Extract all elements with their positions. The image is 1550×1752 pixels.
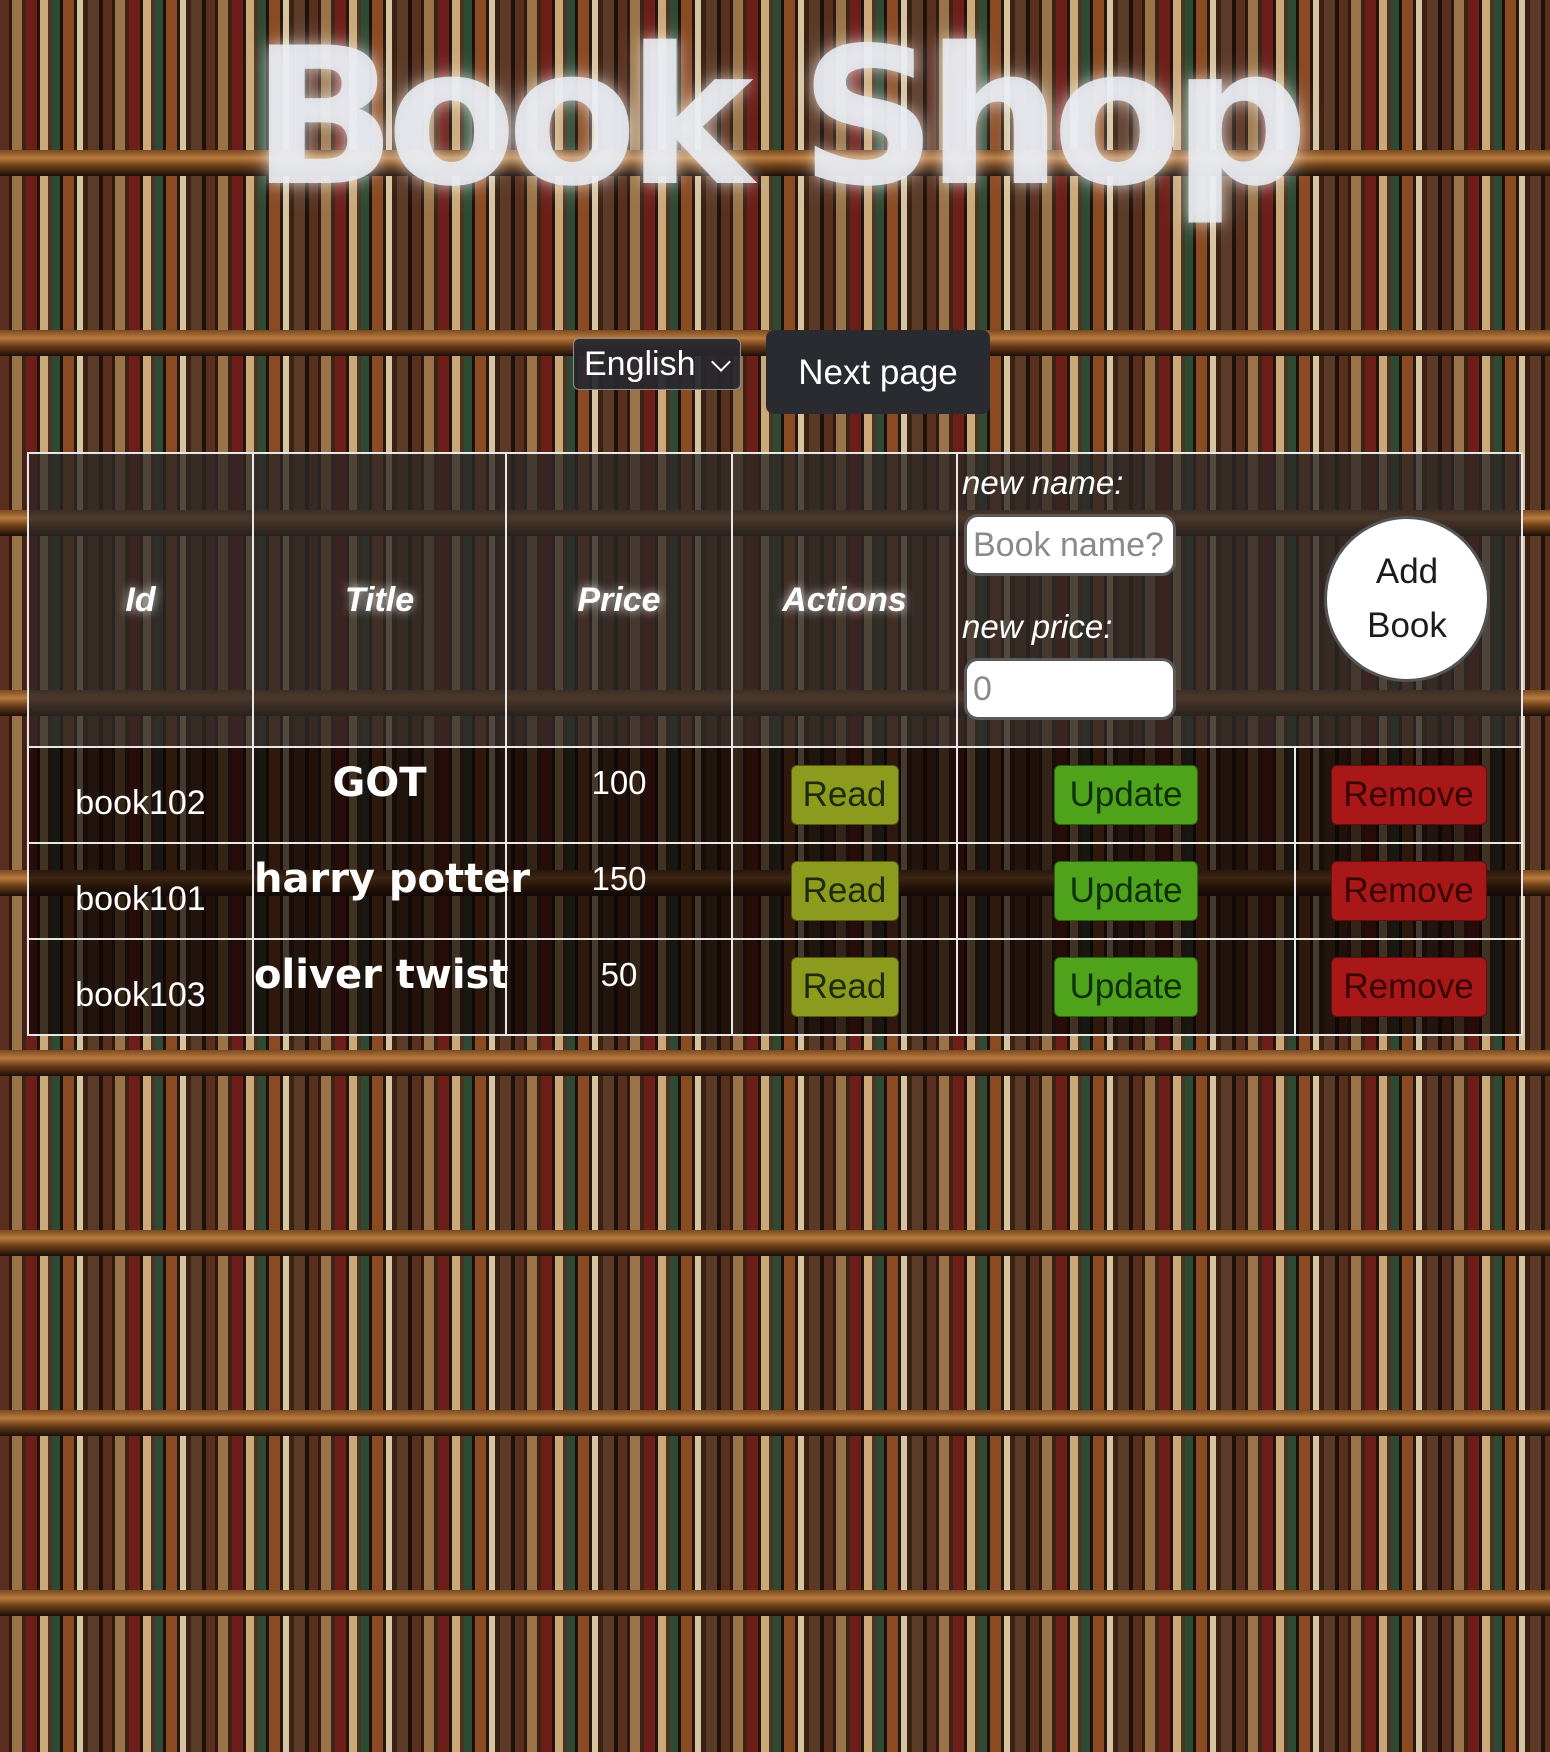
book-id-cell: book101 — [27, 842, 254, 940]
book-price-cell: 50 — [505, 938, 733, 1036]
read-button[interactable]: Read — [790, 861, 899, 921]
read-button[interactable]: Read — [790, 765, 899, 825]
update-cell: Update — [956, 842, 1296, 940]
column-header-price: Price — [505, 452, 733, 748]
update-cell: Update — [956, 938, 1296, 1036]
book-title-cell: harry potter — [252, 842, 530, 940]
read-cell: Read — [731, 746, 958, 844]
update-button[interactable]: Update — [1054, 957, 1198, 1017]
read-cell: Read — [731, 938, 958, 1036]
remove-button[interactable]: Remove — [1330, 765, 1487, 825]
add-book-button[interactable]: Add Book — [1324, 516, 1490, 682]
column-header-title: Title — [252, 452, 507, 748]
chevron-down-icon — [711, 352, 731, 372]
controls-bar: English Next page — [573, 328, 993, 414]
update-cell: Update — [956, 746, 1296, 844]
book-title-cell: GOT — [252, 746, 507, 844]
remove-cell: Remove — [1294, 938, 1523, 1036]
add-book-button-line1: Add — [1375, 552, 1439, 591]
update-button[interactable]: Update — [1054, 861, 1198, 921]
table-row: book103 oliver twist 50 Read Update Remo… — [27, 938, 1523, 1036]
new-name-input[interactable] — [964, 514, 1176, 576]
language-select[interactable]: English — [573, 338, 741, 390]
read-button[interactable]: Read — [790, 957, 899, 1017]
remove-cell: Remove — [1294, 842, 1523, 940]
column-header-id: Id — [27, 452, 254, 748]
new-name-label: new name: — [962, 464, 1124, 501]
column-header-actions: Actions — [731, 452, 958, 748]
books-table: Id Title Price Actions new name: new pri… — [27, 452, 1523, 1036]
page-title: Book Shop — [251, 7, 1308, 228]
add-book-button-line2: Book — [1367, 606, 1447, 645]
new-price-input[interactable] — [964, 658, 1176, 720]
book-id-cell: book103 — [27, 938, 254, 1036]
update-button[interactable]: Update — [1054, 765, 1198, 825]
new-price-label: new price: — [962, 608, 1113, 645]
remove-button[interactable]: Remove — [1330, 861, 1487, 921]
book-title-cell: oliver twist — [252, 938, 508, 1036]
table-row: book101 harry potter 150 Read Update Rem… — [27, 842, 1523, 940]
table-row: book102 GOT 100 Read Update Remove — [27, 746, 1523, 844]
remove-cell: Remove — [1294, 746, 1523, 844]
language-select-value: English — [584, 345, 696, 383]
remove-button[interactable]: Remove — [1330, 957, 1487, 1017]
book-price-cell: 100 — [505, 746, 733, 844]
book-id-cell: book102 — [27, 746, 254, 844]
next-page-button[interactable]: Next page — [766, 330, 990, 414]
book-price-cell: 150 — [505, 842, 733, 940]
add-book-form: new name: new price: Add Book — [956, 452, 1523, 748]
table-header-row: Id Title Price Actions new name: new pri… — [27, 452, 1523, 748]
read-cell: Read — [731, 842, 958, 940]
